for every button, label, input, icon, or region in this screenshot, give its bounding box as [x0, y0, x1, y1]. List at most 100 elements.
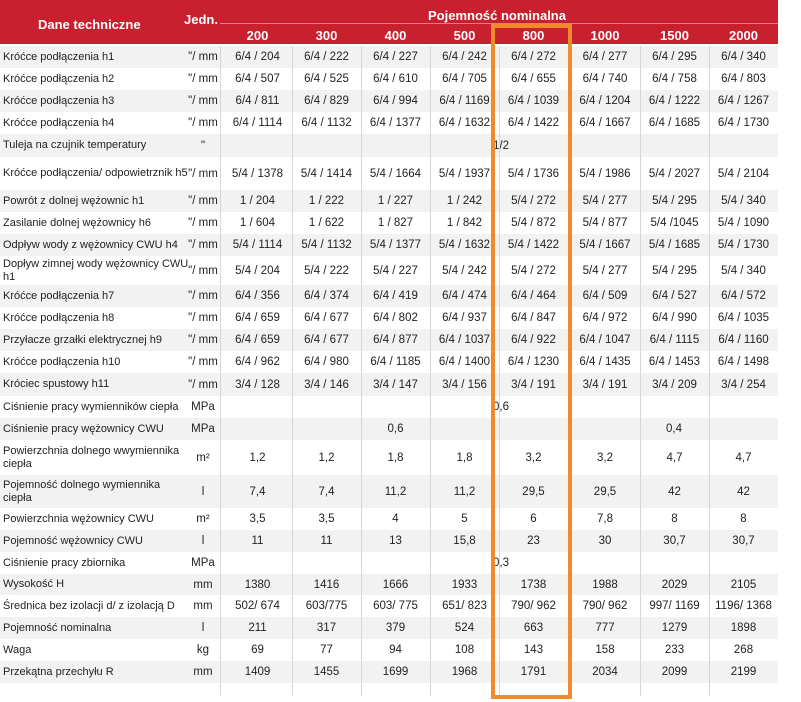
- cell-800: 3,2: [525, 451, 542, 464]
- row-label: Króćce podłączenia h4: [3, 116, 115, 129]
- row-unit: MPa: [191, 401, 215, 413]
- cell-2000: 4,7: [735, 451, 752, 464]
- cell-1000: 5/4 / 277: [582, 195, 628, 207]
- cell-1000: 6/4 / 509: [582, 290, 628, 302]
- table-row: Tuleja na czujnik temperatury " 1/2: [0, 134, 778, 157]
- table-row: Króćce podłączenia h8 "/ mm 6/4 / 659 6/4 /…: [0, 307, 778, 329]
- table-row: Powrót z dolnej wężownic h1 "/ mm 1 / 204 1…: [0, 190, 778, 212]
- cell-300: 3,5: [318, 513, 335, 525]
- cell-800: 29,5: [522, 485, 545, 498]
- cell-300: 1 / 222: [308, 195, 345, 207]
- cell-2000: 6/4 / 803: [721, 73, 766, 85]
- row-unit: l: [201, 535, 205, 547]
- cell-400: 6/4 / 994: [373, 95, 418, 107]
- cell-2000: 1196/ 1368: [715, 600, 772, 612]
- row-label: Ciśnienie pracy wężownicy CWU: [3, 422, 164, 435]
- cell-500: 15,8: [453, 535, 476, 547]
- cell-300: 6/4 / 1132: [301, 117, 352, 129]
- cell-1000: 30: [598, 535, 612, 547]
- cell-200: 3,5: [249, 513, 266, 525]
- cell-2000: 6/4 / 1498: [717, 356, 770, 368]
- table-row: Ciśnienie pracy wężownicy CWU MPa 0,6 0,4: [0, 418, 778, 440]
- row-unit: mm: [193, 578, 213, 591]
- cell-200: 7,4: [249, 485, 266, 498]
- cell-200: 1380: [244, 578, 271, 591]
- cell-400: 6/4 / 802: [373, 312, 418, 324]
- cell-2000: 6/4 / 572: [721, 290, 766, 302]
- column-divider: [709, 46, 710, 696]
- table-row: Powierzchnia dolnego wwymiennika ciepła m…: [0, 440, 778, 475]
- row-unit: "/ mm: [188, 217, 218, 229]
- table-row: Powierzchnia wężownicy CWU m² 3,5 3,5 4 5 6 7,8…: [0, 508, 778, 530]
- volume-header-800: 800: [522, 28, 545, 43]
- cell-400: 1,8: [387, 451, 404, 464]
- row-unit: "/ mm: [188, 239, 218, 251]
- cell-1500: 233: [664, 644, 685, 656]
- cell-2000: 2105: [730, 578, 757, 591]
- cell-1000: 6/4 / 277: [582, 51, 628, 63]
- row-unit: "/ mm: [188, 117, 218, 129]
- cell-800: 6/4 / 1039: [507, 95, 560, 107]
- cell-200: 3/4 / 128: [235, 378, 280, 391]
- cell-800: 5/4 / 872: [511, 217, 556, 229]
- cell-300: 6/4 / 980: [304, 356, 349, 368]
- row-label: Tuleja na czujnik temperatury: [3, 139, 147, 151]
- cell-500: 6/4 / 937: [442, 312, 487, 324]
- cell-200: 1409: [244, 666, 271, 678]
- row-label: Powierzchnia wężownicy CWU: [3, 512, 154, 525]
- cell-1500: 997/ 1169: [649, 600, 700, 612]
- cell-1000: 7,8: [597, 513, 613, 525]
- cell-300: 1416: [313, 578, 340, 591]
- volume-header-500: 500: [453, 28, 476, 43]
- cell-1500: 42: [668, 485, 681, 498]
- cell-1500: 2029: [661, 578, 688, 591]
- cell-200: 6/4 / 811: [235, 95, 280, 107]
- cell-1500: 6/4 / 1115: [649, 334, 700, 346]
- row-label: Króćce podłączenia/ odpowietrznik h5: [3, 167, 188, 179]
- cell-500: 6/4 / 1169: [439, 95, 490, 107]
- column-divider: [570, 46, 571, 696]
- cell-300: 5/4 / 1132: [301, 239, 352, 251]
- table-row: Króćce podłączenia h7 "/ mm 6/4 / 356 6/4 /…: [0, 285, 778, 307]
- cell-2000: 30,7: [732, 535, 755, 547]
- cell-500: 1 / 842: [446, 217, 483, 229]
- cell-800: 23: [527, 535, 540, 547]
- cell-200: 5/4 / 1114: [232, 239, 283, 251]
- cell-400: 6/4 / 610: [373, 73, 418, 85]
- cell-200: 69: [251, 644, 264, 656]
- row-label: Ciśnienie pracy wymienników ciepła: [3, 400, 179, 413]
- column-divider: [499, 46, 500, 696]
- cell-400: 1 / 827: [377, 217, 414, 229]
- cell-1000: 6/4 / 972: [582, 312, 628, 324]
- cell-1500: 5/4 / 295: [652, 195, 697, 207]
- cell-800: 143: [523, 644, 544, 656]
- row-label: Króćce podłączenia h2: [3, 72, 115, 85]
- cell-2000: 6/4 / 1267: [717, 95, 770, 107]
- cell-500: 5/4 / 1937: [438, 167, 491, 180]
- table-row: Pojemność wężownicy CWU l 11 11 13 15,8 23 30 30…: [0, 530, 778, 552]
- column-divider: [292, 46, 293, 696]
- cell-500: 6/4 / 242: [442, 51, 487, 63]
- table-row: Przyłacze grzałki elektrycznej h9 "/ mm 6/…: [0, 329, 778, 351]
- column-divider: [640, 46, 641, 696]
- cell-1000: 6/4 / 740: [582, 73, 628, 85]
- cell-800: 790/ 962: [511, 600, 556, 612]
- volume-header-1500: 1500: [660, 28, 689, 43]
- row-unit: "/ mm: [188, 378, 218, 391]
- cell-1000: 29,5: [593, 485, 617, 498]
- table-row: Króciec spustowy h11 "/ mm 3/4 / 128 3/4 / …: [0, 373, 778, 396]
- cell-500: 1933: [451, 578, 478, 591]
- column-divider: [361, 46, 362, 696]
- row-label: Pojemność dolnego wymiennika ciepła: [3, 478, 161, 504]
- cell-400: 1699: [382, 666, 409, 678]
- cell-800: 5/4 / 272: [511, 195, 556, 207]
- table-row: Przekątna przechyłu R mm 1409 1455 1699 1968 1…: [0, 661, 778, 683]
- cell-500: 6/4 / 705: [442, 73, 487, 85]
- table-row: Wysokość H mm 1380 1416 1666 1933 1738 1988 2029…: [0, 574, 778, 595]
- table-row: Pojemność dolnego wymiennika ciepła l 7,4 7…: [0, 475, 778, 508]
- cell-1000: 3/4 / 191: [582, 378, 628, 391]
- table-row: Króćce podłączenia h4 "/ mm 6/4 / 1114 6/4 …: [0, 112, 778, 134]
- unit-column-header: Jedn.: [184, 12, 218, 27]
- cell-400: 11,2: [384, 485, 407, 498]
- cell-800: 6/4 / 922: [511, 334, 556, 346]
